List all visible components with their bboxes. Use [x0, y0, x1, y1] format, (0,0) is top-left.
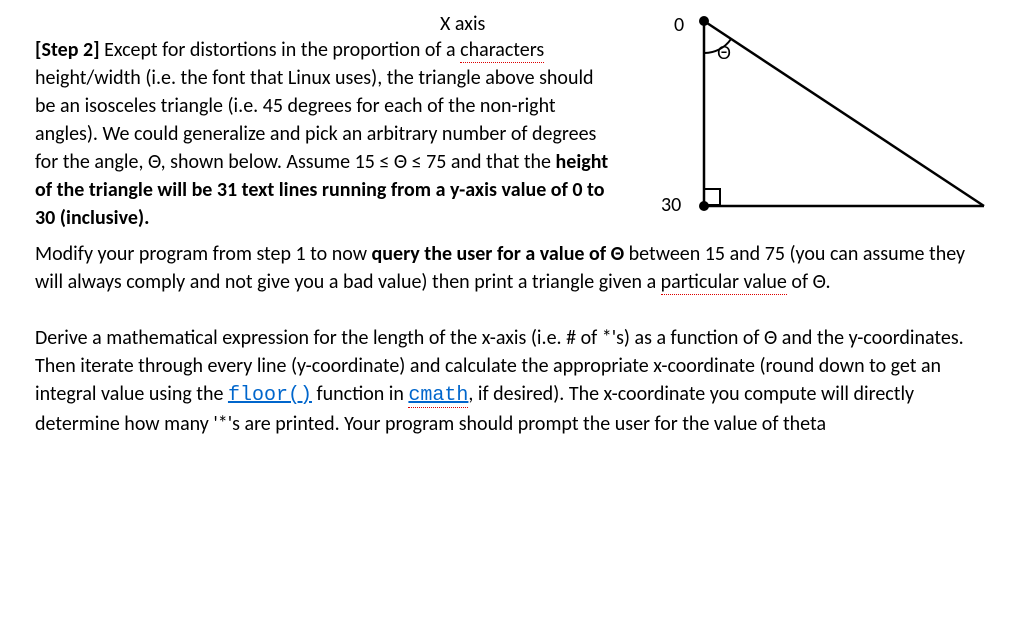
p2-text-c: of Θ. — [787, 270, 831, 294]
p3-cmath-link[interactable]: cmath — [408, 384, 468, 408]
p1-characters: characters — [460, 38, 544, 63]
triangle-diagram: 0 30 Θ — [649, 11, 989, 241]
p3-text-b: function in — [312, 382, 408, 406]
diagram-label-bottom: 30 — [661, 193, 681, 217]
p2-partval: particular value — [661, 270, 787, 295]
diagram-theta-label: Θ — [717, 43, 731, 63]
p3-floor-link[interactable]: floor() — [228, 384, 312, 407]
diagram-label-top: 0 — [674, 13, 684, 37]
p1-text-b: height/width (i.e. the font that Linux u… — [35, 66, 596, 174]
step-label: [Step 2] — [35, 38, 100, 62]
paragraph-derive: Derive a mathematical expression for the… — [35, 324, 989, 438]
x-axis-label: X axis — [440, 10, 485, 38]
p2-bold-query: query the user for a value of Θ — [372, 242, 625, 266]
p2-text-a: Modify your program from step 1 to now — [35, 242, 372, 266]
paragraph-modify: Modify your program from step 1 to now q… — [35, 240, 989, 296]
p1-text-a: Except for distortions in the proportion… — [100, 38, 461, 62]
